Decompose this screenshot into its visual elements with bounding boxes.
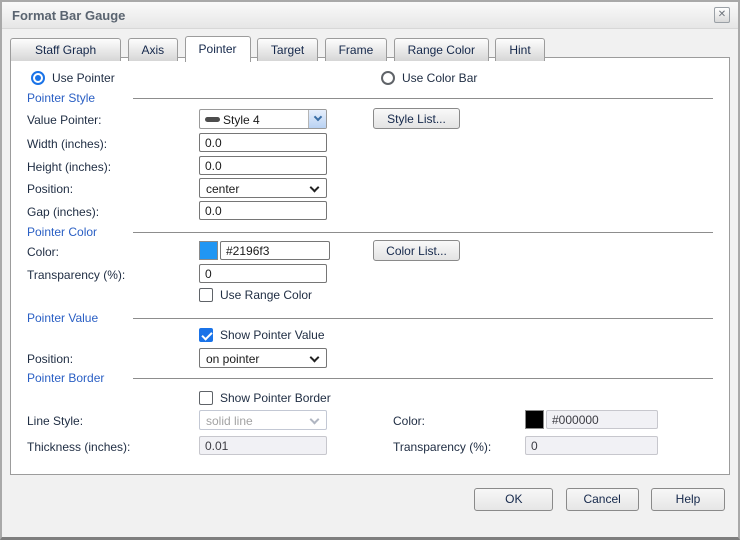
border-transparency-input	[525, 436, 658, 455]
gap-label: Gap (inches):	[27, 205, 99, 219]
value-position-select[interactable]: on pointer	[199, 348, 327, 368]
value-position-label: Position:	[27, 352, 73, 366]
tab-target[interactable]: Target	[257, 38, 318, 61]
pointer-style-glyph-icon	[205, 117, 220, 122]
gap-input[interactable]	[199, 201, 327, 220]
border-color-label: Color:	[393, 414, 425, 428]
tab-pointer[interactable]: Pointer	[185, 36, 251, 62]
value-pointer-label: Value Pointer:	[27, 113, 102, 127]
format-bar-gauge-dialog: Format Bar Gauge ✕ Staff Graph Axis Poin…	[0, 0, 740, 540]
line-style-value: solid line	[206, 414, 253, 428]
transparency-label: Transparency (%):	[27, 268, 125, 282]
pointer-color-swatch[interactable]	[199, 241, 218, 260]
line-style-label: Line Style:	[27, 414, 83, 428]
dialog-title: Format Bar Gauge	[12, 8, 125, 23]
checkbox-icon	[199, 328, 213, 342]
position-value: center	[206, 182, 239, 196]
use-pointer-radio[interactable]: Use Pointer	[31, 70, 115, 85]
height-input[interactable]	[199, 156, 327, 175]
ok-button[interactable]: OK	[474, 488, 553, 511]
help-button[interactable]: Help	[651, 488, 725, 511]
use-color-bar-radio[interactable]: Use Color Bar	[381, 70, 477, 85]
use-range-color-label: Use Range Color	[220, 288, 312, 302]
chevron-down-icon	[310, 415, 320, 425]
pointer-border-section-title: Pointer Border	[27, 371, 104, 385]
tab-axis[interactable]: Axis	[128, 38, 179, 61]
height-label: Height (inches):	[27, 160, 111, 174]
section-divider	[133, 318, 713, 319]
color-list-button[interactable]: Color List...	[373, 240, 460, 261]
tab-frame[interactable]: Frame	[325, 38, 388, 61]
thickness-label: Thickness (inches):	[27, 440, 130, 454]
pointer-style-section-title: Pointer Style	[27, 91, 95, 105]
color-label: Color:	[27, 245, 59, 259]
border-color-input	[546, 410, 658, 429]
pointer-value-section-title: Pointer Value	[27, 311, 98, 325]
chevron-down-icon[interactable]	[308, 110, 326, 128]
use-pointer-label: Use Pointer	[52, 71, 115, 85]
tab-hint[interactable]: Hint	[495, 38, 544, 61]
width-input[interactable]	[199, 133, 327, 152]
show-pointer-value-checkbox[interactable]: Show Pointer Value	[199, 327, 325, 342]
border-transparency-label: Transparency (%):	[393, 440, 491, 454]
width-label: Width (inches):	[27, 137, 107, 151]
tab-strip: Staff Graph Axis Pointer Target Frame Ra…	[10, 35, 548, 61]
tab-staff-graph[interactable]: Staff Graph	[10, 38, 121, 61]
show-pointer-value-label: Show Pointer Value	[220, 328, 325, 342]
chevron-down-icon	[310, 353, 320, 363]
section-divider	[133, 232, 713, 233]
chevron-down-icon	[310, 183, 320, 193]
pointer-color-section-title: Pointer Color	[27, 225, 97, 239]
thickness-input	[199, 436, 327, 455]
footer-buttons: OK Cancel Help	[465, 488, 725, 511]
titlebar: Format Bar Gauge ✕	[2, 2, 738, 29]
value-pointer-value: Style 4	[223, 113, 260, 127]
value-pointer-select[interactable]: Style 4	[199, 109, 327, 129]
tab-range-color[interactable]: Range Color	[394, 38, 489, 61]
transparency-input[interactable]	[199, 264, 327, 283]
use-range-color-checkbox[interactable]: Use Range Color	[199, 287, 312, 302]
line-style-select: solid line	[199, 410, 327, 430]
style-list-button[interactable]: Style List...	[373, 108, 460, 129]
value-position-value: on pointer	[206, 352, 259, 366]
use-color-bar-label: Use Color Bar	[402, 71, 477, 85]
checkbox-icon	[199, 288, 213, 302]
position-select[interactable]: center	[199, 178, 327, 198]
pointer-color-input[interactable]	[220, 241, 330, 260]
cancel-button[interactable]: Cancel	[566, 488, 639, 511]
section-divider	[133, 98, 713, 99]
pointer-tab-panel: Use Pointer Use Color Bar Pointer Style …	[10, 57, 730, 475]
checkbox-icon	[199, 391, 213, 405]
radio-icon	[31, 71, 45, 85]
position-label: Position:	[27, 182, 73, 196]
show-pointer-border-checkbox[interactable]: Show Pointer Border	[199, 390, 331, 405]
border-color-swatch	[525, 410, 544, 429]
section-divider	[133, 378, 713, 379]
close-icon[interactable]: ✕	[714, 7, 730, 23]
show-pointer-border-label: Show Pointer Border	[220, 391, 331, 405]
radio-icon	[381, 71, 395, 85]
